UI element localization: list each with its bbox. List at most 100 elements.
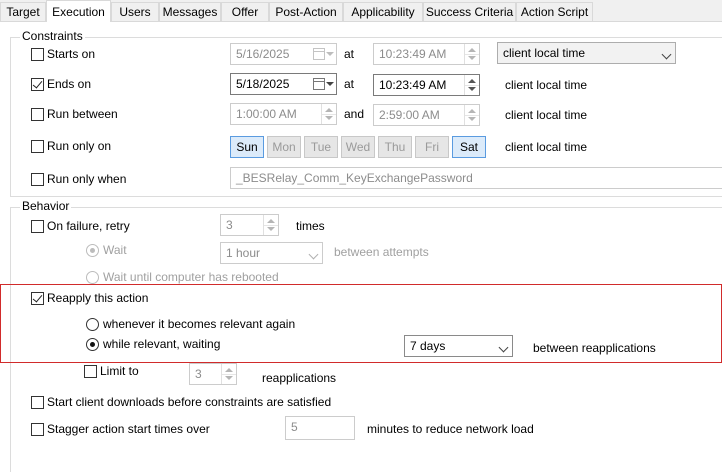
run-only-on-timezone-label: client local time: [505, 140, 588, 154]
chevron-down-icon[interactable]: [326, 52, 334, 56]
reapply-relevant-radio[interactable]: [86, 318, 99, 331]
limit-count-spinner[interactable]: [221, 364, 236, 384]
retry-count-field[interactable]: 3: [220, 214, 279, 236]
wait-label: Wait: [103, 243, 127, 257]
reapply-interval-dropdown[interactable]: 7 days: [404, 335, 513, 357]
ends-on-time-field[interactable]: 10:23:49 AM: [373, 74, 480, 96]
chevron-down-icon[interactable]: [661, 49, 672, 60]
ends-on-time-spinner[interactable]: [464, 75, 479, 95]
run-only-when-label: Run only when: [47, 172, 127, 186]
starts-on-time-field[interactable]: 10:23:49 AM: [373, 43, 480, 65]
ends-on-label: Ends on: [47, 77, 92, 91]
day-mon[interactable]: Mon: [267, 136, 301, 158]
chevron-down-icon[interactable]: [498, 342, 509, 353]
calendar-icon[interactable]: [313, 78, 325, 90]
on-failure-checkbox[interactable]: [31, 220, 44, 233]
reapply-label: Reapply this action: [47, 291, 149, 305]
tab-messages[interactable]: Messages: [159, 2, 221, 21]
day-fri[interactable]: Fri: [415, 136, 449, 158]
run-between-to-value: 2:59:00 AM: [379, 108, 440, 122]
starts-on-checkbox[interactable]: [31, 48, 44, 61]
ends-on-checkbox[interactable]: [31, 78, 44, 91]
run-between-from-value: 1:00:00 AM: [236, 107, 297, 121]
retry-count-spinner[interactable]: [263, 215, 278, 235]
start-downloads-label: Start client downloads before constraint…: [47, 395, 332, 409]
behavior-title: Behavior: [20, 199, 72, 213]
between-attempts-label: between attempts: [334, 245, 429, 259]
starts-on-date-field[interactable]: 5/16/2025: [230, 43, 337, 65]
starts-on-time-value: 10:23:49 AM: [379, 47, 447, 61]
constraints-group-bottom-border: [10, 196, 722, 197]
reapply-relevant-label: whenever it becomes relevant again: [103, 317, 296, 331]
starts-on-label: Starts on: [47, 47, 96, 61]
reapplications-label: reapplications: [262, 371, 337, 385]
ends-on-date-field[interactable]: 5/18/2025: [230, 73, 337, 95]
tab-users[interactable]: Users: [111, 2, 159, 21]
tab-action-script[interactable]: Action Script: [516, 2, 593, 21]
retry-times-label: times: [296, 219, 325, 233]
reapply-checkbox[interactable]: [31, 292, 44, 305]
starts-on-at-label: at: [344, 47, 355, 61]
tab-offer[interactable]: Offer: [221, 2, 269, 21]
wait-radio[interactable]: [86, 244, 99, 257]
limit-to-label: Limit to: [100, 364, 139, 378]
tab-success-criteria[interactable]: Success Criteria: [423, 2, 516, 21]
run-between-label: Run between: [47, 107, 118, 121]
limit-count-value: 3: [195, 367, 202, 381]
start-downloads-checkbox[interactable]: [31, 396, 44, 409]
tab-execution[interactable]: Execution: [46, 0, 111, 22]
ends-on-timezone-label: client local time: [505, 78, 588, 92]
run-only-on-checkbox[interactable]: [31, 140, 44, 153]
day-selector: Sun Mon Tue Wed Thu Fri Sat: [230, 136, 490, 158]
wait-duration-value: 1 hour: [226, 246, 261, 260]
constraints-title: Constraints: [20, 29, 85, 43]
stagger-suffix-label: minutes to reduce network load: [367, 422, 534, 436]
chevron-down-icon[interactable]: [326, 82, 334, 86]
run-between-from-field[interactable]: 1:00:00 AM: [230, 103, 337, 125]
tab-target[interactable]: Target: [0, 2, 46, 21]
run-between-from-spinner[interactable]: [321, 104, 336, 124]
chevron-down-icon[interactable]: [308, 249, 319, 260]
reapply-waiting-label: while relevant, waiting: [103, 337, 221, 351]
run-between-timezone-label: client local time: [505, 108, 588, 122]
wait-reboot-label: Wait until computer has rebooted: [103, 270, 279, 284]
behavior-group-border: [10, 207, 722, 208]
day-sat[interactable]: Sat: [452, 136, 486, 158]
between-reapplications-label: between reapplications: [533, 341, 656, 355]
wait-duration-dropdown[interactable]: 1 hour: [220, 242, 323, 264]
stagger-minutes-field[interactable]: 5: [285, 416, 355, 440]
reapply-waiting-radio[interactable]: [86, 338, 99, 351]
run-only-when-field[interactable]: _BESRelay_Comm_KeyExchangePassword: [230, 167, 722, 189]
retry-count-value: 3: [226, 218, 233, 232]
day-sun[interactable]: Sun: [230, 136, 264, 158]
tab-applicability[interactable]: Applicability: [343, 2, 423, 21]
reapply-interval-value: 7 days: [410, 339, 446, 353]
run-between-checkbox[interactable]: [31, 108, 44, 121]
limit-to-checkbox[interactable]: [84, 365, 97, 378]
run-only-when-checkbox[interactable]: [31, 173, 44, 186]
run-between-and-label: and: [344, 107, 365, 121]
constraints-group-border: [10, 37, 722, 38]
stagger-checkbox[interactable]: [31, 423, 44, 436]
run-only-when-value: _BESRelay_Comm_KeyExchangePassword: [236, 171, 473, 185]
ends-on-date-value: 5/18/2025: [236, 77, 290, 91]
day-tue[interactable]: Tue: [304, 136, 338, 158]
day-thu[interactable]: Thu: [378, 136, 412, 158]
run-only-on-label: Run only on: [47, 139, 112, 153]
constraints-group-left-border: [10, 37, 11, 196]
run-between-to-field[interactable]: 2:59:00 AM: [373, 104, 480, 126]
ends-on-at-label: at: [344, 77, 355, 91]
ends-on-time-value: 10:23:49 AM: [379, 78, 447, 92]
limit-count-field[interactable]: 3: [189, 363, 237, 385]
on-failure-label: On failure, retry: [47, 219, 130, 233]
wait-reboot-radio[interactable]: [86, 271, 99, 284]
starts-on-date-value: 5/16/2025: [236, 47, 290, 61]
stagger-label: Stagger action start times over: [47, 422, 210, 436]
timezone-dropdown[interactable]: client local time: [497, 42, 676, 64]
run-between-to-spinner[interactable]: [464, 105, 479, 125]
calendar-icon[interactable]: [313, 48, 325, 60]
starts-on-time-spinner[interactable]: [464, 44, 479, 64]
day-wed[interactable]: Wed: [341, 136, 375, 158]
timezone-dropdown-value: client local time: [503, 46, 586, 60]
tab-post-action[interactable]: Post-Action: [269, 2, 343, 21]
